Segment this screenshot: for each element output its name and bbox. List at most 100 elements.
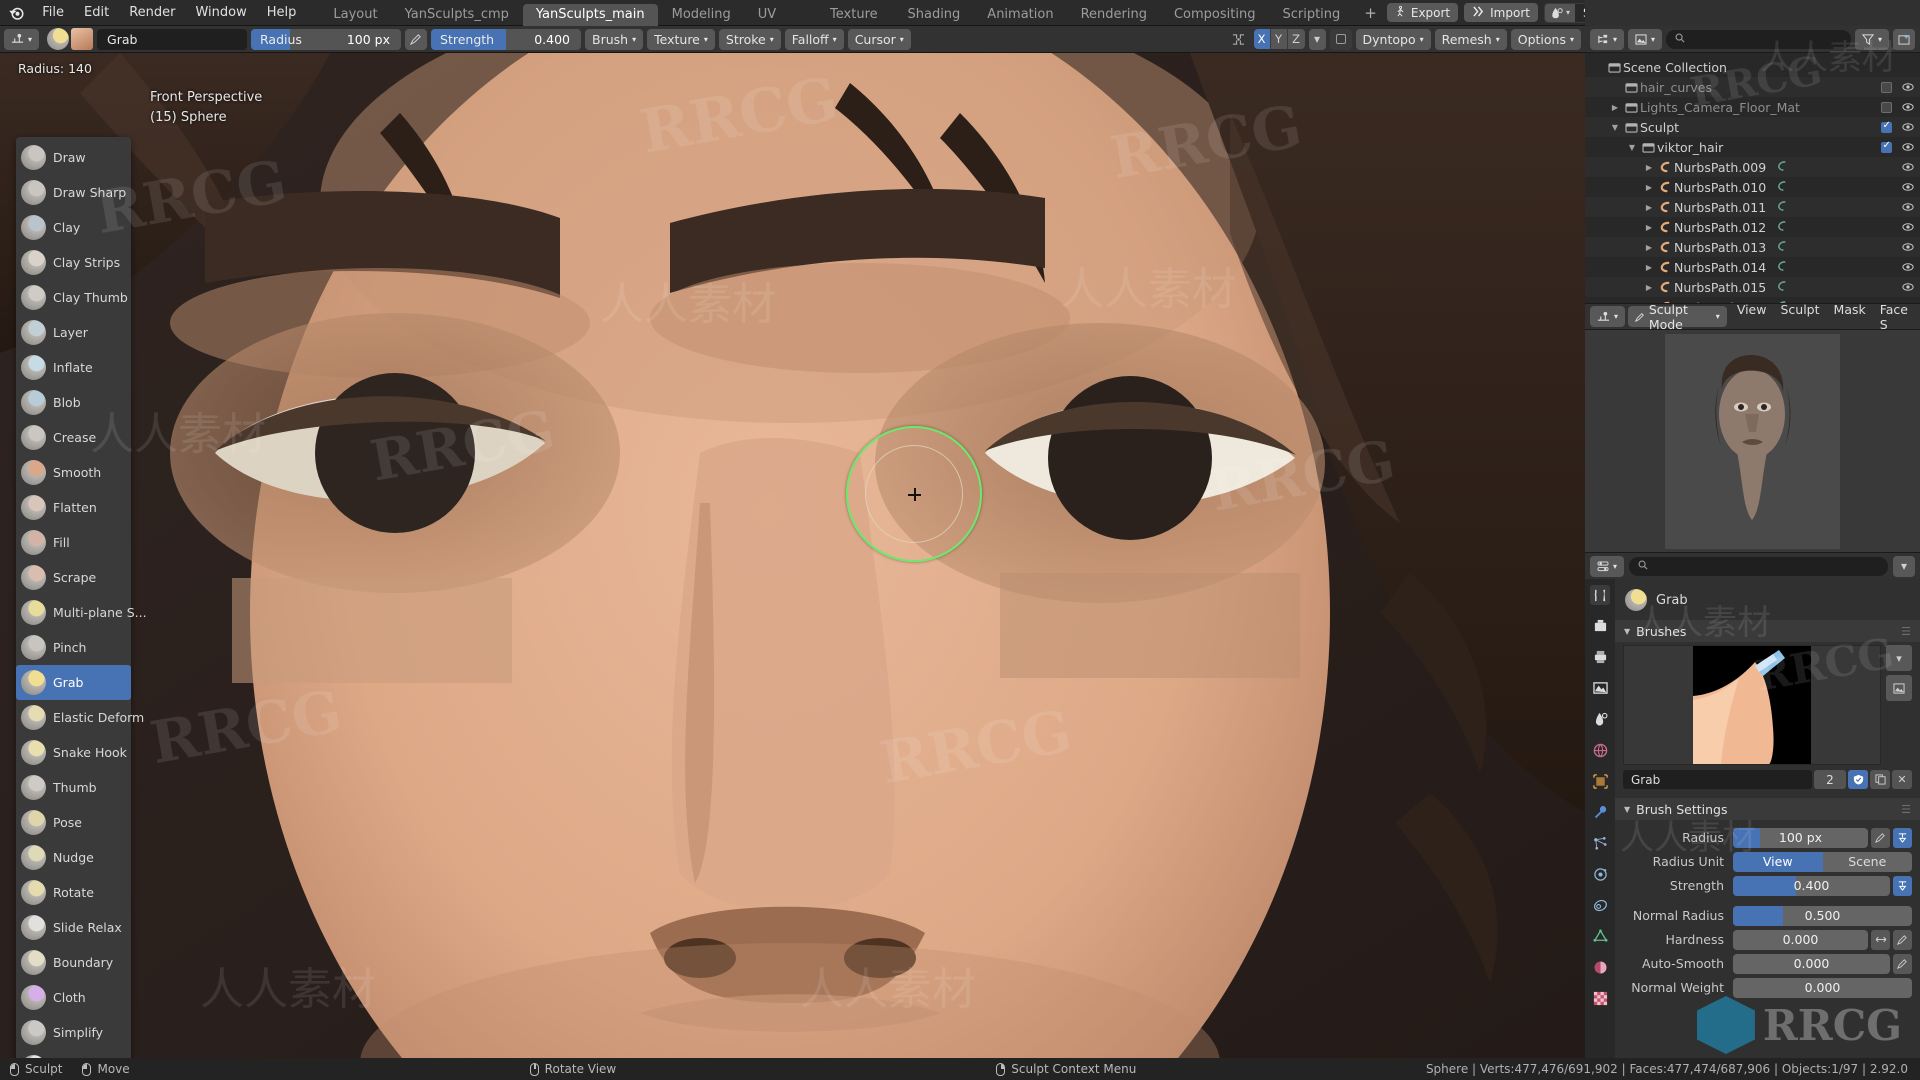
brush-setting-slider[interactable]: 0.000 — [1733, 953, 1890, 974]
brush-datablock-row[interactable]: Grab 2 ✕ — [1615, 765, 1920, 789]
outliner-row[interactable]: ▶ Lights_Camera_Floor_Mat — [1585, 97, 1920, 117]
workspace-tab-yansculpts-main[interactable]: YanSculpts_main — [522, 3, 658, 26]
brush-setting-slider[interactable]: 0.400 — [1733, 875, 1890, 896]
mode-menu-sculpt[interactable]: Sculpt — [1773, 302, 1826, 332]
tab-physics-icon[interactable] — [1590, 864, 1610, 884]
curve-data-icon[interactable] — [1776, 280, 1789, 295]
tool-draw-sharp[interactable]: Draw Sharp — [16, 175, 131, 210]
symmetry-axis-x[interactable]: X — [1253, 29, 1271, 49]
curve-data-icon[interactable] — [1776, 160, 1789, 175]
options-menu[interactable]: Options ▾ — [1510, 28, 1581, 50]
tab-data-icon[interactable] — [1590, 926, 1610, 946]
menu-falloff[interactable]: Falloff ▾ — [784, 28, 844, 50]
workspace-tab-texture-paint[interactable]: Texture Paint — [817, 4, 893, 44]
tab-tool-icon[interactable] — [1590, 585, 1610, 605]
tab-object-icon[interactable] — [1590, 771, 1610, 791]
workspace-tab-compositing[interactable]: Compositing — [1161, 4, 1269, 26]
unified-settings-icon[interactable] — [1893, 875, 1912, 896]
chevron-down-icon[interactable]: ▼ — [1608, 123, 1622, 132]
outliner-row[interactable]: ▶ NurbsPath.009 — [1585, 157, 1920, 177]
import-button[interactable]: Import — [1464, 3, 1538, 22]
tool-boundary[interactable]: Boundary — [16, 945, 131, 980]
pressure-pen-icon[interactable] — [1871, 827, 1890, 848]
mode-menu-view[interactable]: View — [1730, 302, 1774, 332]
chevron-down-icon[interactable]: ▼ — [1625, 143, 1639, 152]
tool-draw[interactable]: Draw — [16, 140, 131, 175]
workspace-tab-layout[interactable]: Layout — [320, 4, 390, 26]
active-brush-identifier[interactable]: Grab — [1615, 585, 1920, 620]
tool-pinch[interactable]: Pinch — [16, 630, 131, 665]
outliner-row[interactable]: Scene Collection — [1585, 57, 1920, 77]
radius-unit-option-scene[interactable]: Scene — [1822, 851, 1912, 872]
radius-slider[interactable]: Radius 100 px — [251, 28, 402, 50]
tab-modifiers-icon[interactable] — [1590, 802, 1610, 822]
pressure-pen-icon[interactable] — [1893, 953, 1912, 974]
tool-inflate[interactable]: Inflate — [16, 350, 131, 385]
tool-layer[interactable]: Layer — [16, 315, 131, 350]
brush-datablock-name[interactable]: Grab — [1623, 770, 1812, 789]
brush-picker-side-buttons[interactable]: ▾ — [1886, 645, 1912, 765]
menu-brush[interactable]: Brush ▾ — [585, 28, 644, 50]
tool-clay-thumb[interactable]: Clay Thumb — [16, 280, 131, 315]
brush-list-dropdown-button[interactable]: ▾ — [1886, 645, 1912, 671]
tool-mask[interactable]: Mask — [16, 1050, 131, 1058]
tool-crease[interactable]: Crease — [16, 420, 131, 455]
symmetry-axis-group[interactable]: XYZ — [1253, 29, 1305, 49]
brush-duplicate-button[interactable] — [1870, 770, 1890, 789]
properties-editor-type-icon[interactable]: ▾ — [1590, 555, 1625, 577]
editor-type-selector[interactable]: ▾ — [4, 28, 40, 50]
outliner-row[interactable]: ▶ NurbsPath.012 — [1585, 217, 1920, 237]
workspace-tab-modeling[interactable]: Modeling — [659, 4, 744, 26]
curve-data-icon[interactable] — [1776, 180, 1789, 195]
chevron-right-icon[interactable]: ▶ — [1642, 243, 1656, 252]
radius-unit-option-view[interactable]: View — [1733, 851, 1823, 872]
outliner-row[interactable]: ▶ NurbsPath.013 — [1585, 237, 1920, 257]
tab-constraints-icon[interactable] — [1590, 895, 1610, 915]
eye-visibility-icon[interactable] — [1902, 80, 1914, 95]
symmetry-axis-y[interactable]: Y — [1270, 29, 1288, 49]
menu-cursor[interactable]: Cursor ▾ — [847, 28, 911, 50]
mode-menu-face-s[interactable]: Face S — [1873, 302, 1915, 332]
outliner-exclude-checkbox[interactable] — [1881, 140, 1892, 153]
menu-texture[interactable]: Texture ▾ — [647, 28, 715, 50]
outliner-row[interactable]: ▶ NurbsPath.010 — [1585, 177, 1920, 197]
brush-setting-slider[interactable]: 0.000 — [1733, 929, 1868, 950]
workspace-tab-rendering[interactable]: Rendering — [1068, 4, 1160, 26]
brushes-panel-header[interactable]: ▼ Brushes ☰ — [1615, 620, 1920, 642]
eye-visibility-icon[interactable] — [1902, 100, 1914, 115]
mode-menu-mask[interactable]: Mask — [1827, 302, 1873, 332]
3d-viewport[interactable]: Radius: 140 Front Perspective (15) Spher… — [0, 53, 1585, 1058]
sculpt-mode-selector[interactable]: Sculpt Mode ▾ — [1628, 302, 1727, 332]
tab-particles-icon[interactable] — [1590, 833, 1610, 853]
outliner-row[interactable]: ▶ NurbsPath.015 — [1585, 277, 1920, 297]
brush-preview-box[interactable] — [1623, 645, 1881, 765]
outliner-editor-type-icon[interactable]: ▾ — [1590, 28, 1625, 50]
workspace-tab-animation[interactable]: Animation — [974, 4, 1066, 26]
brush-preview-picker[interactable]: ▾ — [1615, 645, 1920, 765]
tool-multi-plane-s[interactable]: Multi-plane S... — [16, 595, 147, 630]
workspace-tab-uv-editing[interactable]: UV Editing — [745, 4, 816, 44]
properties-tab-strip[interactable] — [1585, 579, 1615, 1058]
tool-blob[interactable]: Blob — [16, 385, 131, 420]
outliner-exclude-checkbox[interactable] — [1881, 101, 1892, 113]
tab-scene-icon[interactable] — [1590, 709, 1610, 729]
eye-visibility-icon[interactable] — [1902, 280, 1914, 295]
tab-material-icon[interactable] — [1590, 957, 1610, 977]
unified-arrows-icon[interactable] — [1871, 929, 1890, 950]
tool-fill[interactable]: Fill — [16, 525, 131, 560]
tool-nudge[interactable]: Nudge — [16, 840, 131, 875]
menu-edit[interactable]: Edit — [74, 0, 119, 26]
eye-visibility-icon[interactable] — [1902, 180, 1914, 195]
eye-visibility-icon[interactable] — [1902, 220, 1914, 235]
outliner-exclude-checkbox[interactable] — [1881, 81, 1892, 93]
new-collection-button[interactable] — [1893, 28, 1915, 50]
eye-visibility-icon[interactable] — [1902, 240, 1914, 255]
menu-help[interactable]: Help — [257, 0, 307, 26]
tab-render-icon[interactable] — [1590, 616, 1610, 636]
brush-settings-panel-header[interactable]: ▼ Brush Settings ☰ — [1615, 798, 1920, 820]
scene-icon[interactable]: ▾ — [1544, 3, 1575, 22]
dyntopo-toggle-checkbox[interactable] — [1329, 28, 1352, 50]
outliner-exclude-checkbox[interactable] — [1881, 120, 1892, 133]
outliner-display-mode-icon[interactable]: ▾ — [1628, 28, 1663, 50]
menu-file[interactable]: File — [32, 0, 74, 26]
